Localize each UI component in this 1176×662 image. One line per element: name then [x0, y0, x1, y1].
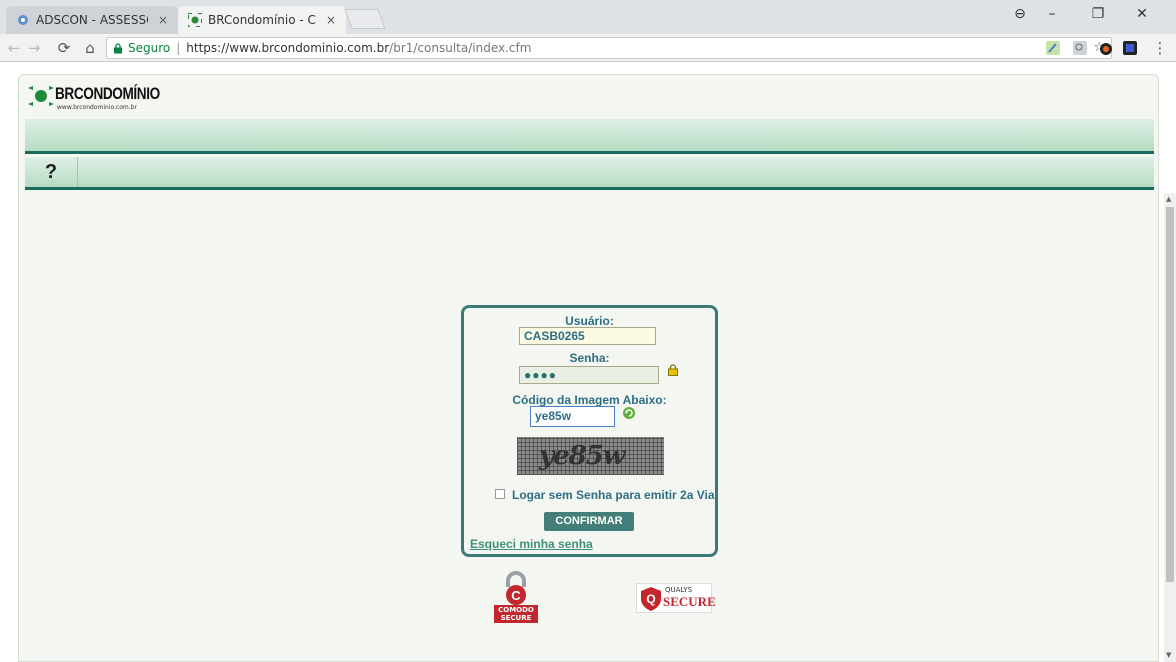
header-band	[25, 119, 1154, 154]
captcha-text: ye85w	[539, 441, 625, 471]
address-bar[interactable]: Seguro | https://www.brcondominio.com.br…	[106, 37, 1112, 59]
padlock-icon	[668, 364, 678, 376]
reload-icon[interactable]: ⟳	[54, 38, 74, 58]
scroll-down-icon[interactable]: ▼	[1166, 651, 1171, 659]
secure-indicator[interactable]: Seguro	[113, 41, 170, 55]
brcondominio-favicon-icon	[188, 13, 202, 27]
logo-text: BRCONDOMÍNIO	[55, 84, 160, 103]
code-label: Código da Imagem Abaixo:	[512, 393, 667, 407]
password-label: Senha:	[569, 351, 610, 365]
extension-square-icon[interactable]	[1122, 40, 1138, 56]
tab-title: ADSCON - ASSESSORIA	[36, 13, 148, 27]
checkbox-label[interactable]: Logar sem Senha para emitir 2a Via	[512, 488, 715, 502]
page-scrollbar[interactable]: ▲ ▼	[1164, 193, 1176, 662]
menu-bar: ?	[25, 157, 1154, 190]
comodo-line2: SECURE	[500, 614, 532, 622]
help-button[interactable]: ?	[25, 157, 78, 187]
browser-menu-icon[interactable]: ⋮	[1150, 38, 1170, 58]
lock-icon	[114, 42, 122, 53]
secure-label: Seguro	[128, 41, 171, 55]
new-tab-button[interactable]	[344, 9, 386, 29]
captcha-image: ye85w	[517, 437, 664, 475]
tab-close-icon[interactable]: ×	[326, 13, 336, 27]
comodo-line1: COMODO	[498, 606, 534, 614]
browser-toolbar: ← → ⟳ ⌂ Seguro | https://www.brcondomini…	[0, 34, 1176, 62]
extension-search-icon[interactable]	[1072, 40, 1088, 56]
url-host: https://www.brcondominio.com.br	[186, 41, 390, 55]
qualys-line1: QUALYS	[665, 586, 693, 594]
tab-title: BRCondomínio - Consult	[208, 13, 316, 27]
minimize-button[interactable]: –	[1040, 6, 1064, 22]
qualys-secure-badge[interactable]: Q QUALYS SECURE	[636, 583, 716, 613]
password-input[interactable]: ●●●●	[519, 366, 659, 384]
tab-close-icon[interactable]: ×	[158, 13, 168, 27]
login-without-password-checkbox[interactable]	[495, 489, 505, 499]
brcondominio-logo[interactable]: BRCONDOMÍNIO www.brcondominio.com.br	[27, 84, 186, 111]
profile-icon[interactable]: ⊖	[1008, 6, 1032, 22]
code-input[interactable]: ye85w	[530, 406, 615, 427]
login-panel: Usuário: CASB0265 Senha: ●●●● Código da …	[461, 305, 718, 557]
extension-bomb-icon[interactable]	[1098, 40, 1114, 56]
logo-mark-icon	[28, 86, 54, 106]
back-arrow-icon[interactable]: ←	[4, 38, 24, 58]
scroll-thumb[interactable]	[1166, 207, 1174, 582]
logo-subtext: www.brcondominio.com.br	[57, 104, 137, 111]
comodo-secure-badge[interactable]: C COMODO SECURE	[493, 571, 539, 623]
qualys-shield-icon: Q	[641, 587, 661, 611]
forgot-password-link[interactable]: Esqueci minha senha	[470, 537, 593, 551]
close-window-button[interactable]: ✕	[1130, 6, 1154, 22]
url-path: /br1/consulta/index.cfm	[389, 41, 532, 55]
page-frame: BRCONDOMÍNIO www.brcondominio.com.br ? U…	[18, 74, 1159, 662]
qualys-line2: SECURE	[663, 594, 716, 609]
extension-pen-icon[interactable]	[1045, 40, 1061, 56]
refresh-captcha-icon[interactable]	[622, 406, 636, 420]
confirm-button[interactable]: CONFIRMAR	[544, 512, 634, 531]
forward-arrow-icon[interactable]: →	[24, 38, 44, 58]
svg-text:C: C	[511, 588, 521, 603]
svg-text:Q: Q	[646, 592, 655, 606]
user-input[interactable]: CASB0265	[519, 327, 656, 345]
separator: |	[176, 41, 181, 55]
tab-brcondominio[interactable]: BRCondomínio - Consult ×	[178, 6, 346, 34]
home-icon[interactable]: ⌂	[80, 38, 100, 58]
tab-adscon[interactable]: ADSCON - ASSESSORIA ×	[6, 6, 178, 34]
adscon-favicon-icon	[16, 13, 30, 27]
url-text: https://www.brcondominio.com.br/br1/cons…	[186, 41, 531, 55]
browser-tab-strip: ADSCON - ASSESSORIA × BRCondomínio - Con…	[0, 0, 1176, 34]
scroll-up-icon[interactable]: ▲	[1166, 195, 1171, 203]
user-label: Usuário:	[565, 314, 614, 328]
restore-button[interactable]: ❐	[1086, 6, 1110, 22]
